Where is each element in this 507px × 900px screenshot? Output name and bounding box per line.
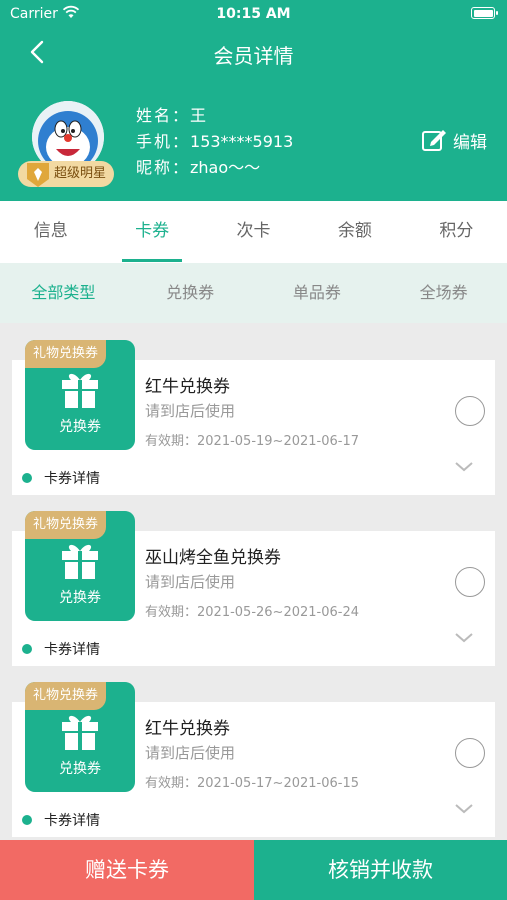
coupon-card[interactable]: 礼物兑换券 兑换券 巫山烤全鱼兑换券 请到店后使用 有效期：2021-05-26… [12, 511, 495, 666]
coupon-thumbnail: 礼物兑换券 兑换券 [25, 682, 135, 792]
coupon-select-radio[interactable] [455, 738, 485, 768]
redeem-and-collect-button[interactable]: 核销并收款 [254, 840, 507, 900]
coupon-subtitle: 请到店后使用 [145, 573, 236, 591]
coupon-subtitle: 请到店后使用 [145, 402, 236, 420]
tab-info[interactable]: 信息 [0, 201, 101, 263]
filter-all-types[interactable]: 全部类型 [0, 263, 127, 323]
gift-icon [62, 544, 98, 579]
coupon-title: 巫山烤全鱼兑换券 [145, 548, 281, 568]
edit-button[interactable]: 编辑 [421, 127, 487, 153]
gift-icon [62, 373, 98, 408]
status-bar: Carrier 10:15 AM [0, 0, 507, 28]
member-info: 姓名：王 手机：153****5913 昵称：zhao～～ [136, 103, 293, 181]
filter-exchange[interactable]: 兑换券 [127, 263, 254, 323]
status-time: 10:15 AM [216, 6, 291, 22]
coupon-card[interactable]: 礼物兑换券 兑换券 红牛兑换券 请到店后使用 有效期：2021-05-17~20… [12, 682, 495, 837]
edit-label: 编辑 [453, 132, 487, 153]
coupon-validity: 有效期：2021-05-17~2021-06-15 [145, 776, 359, 791]
gift-icon [62, 715, 98, 750]
status-dot [22, 815, 32, 825]
status-dot [22, 473, 32, 483]
coupon-tag: 礼物兑换券 [25, 511, 107, 539]
phone-value: 153****5913 [190, 132, 294, 151]
coupon-tag: 礼物兑换券 [25, 682, 107, 710]
battery-icon [471, 7, 498, 19]
filter-store-wide[interactable]: 全场券 [380, 263, 507, 323]
edit-icon [422, 130, 446, 151]
coupon-detail-label: 卡券详情 [44, 813, 100, 829]
nickname-value: zhao～～ [190, 158, 261, 177]
coupon-thumbnail: 礼物兑换券 兑换券 [25, 340, 135, 450]
name-row: 姓名：王 [136, 103, 293, 129]
status-dot [22, 644, 32, 654]
badge-label: 超级明星 [54, 166, 107, 181]
coupon-select-radio[interactable] [455, 396, 485, 426]
bottom-action-bar: 赠送卡券 核销并收款 [0, 840, 507, 900]
coupon-validity: 有效期：2021-05-26~2021-06-24 [145, 605, 359, 620]
coupon-validity: 有效期：2021-05-19~2021-06-17 [145, 434, 359, 449]
name-value: 王 [190, 106, 207, 125]
coupon-detail-label: 卡券详情 [44, 471, 100, 487]
tab-coupons[interactable]: 卡券 [101, 201, 202, 263]
filter-single-item[interactable]: 单品券 [254, 263, 381, 323]
nickname-row: 昵称：zhao～～ [136, 155, 293, 181]
main-tabs: 信息 卡券 次卡 余额 积分 [0, 201, 507, 263]
tab-count-card[interactable]: 次卡 [203, 201, 304, 263]
coupon-select-radio[interactable] [455, 567, 485, 597]
coupon-title: 红牛兑换券 [145, 719, 230, 739]
star-badge-icon [27, 163, 49, 187]
chevron-down-icon[interactable] [453, 631, 475, 645]
name-label: 姓名： [136, 106, 191, 125]
chevron-down-icon[interactable] [453, 460, 475, 474]
coupon-thumbnail: 礼物兑换券 兑换券 [25, 511, 135, 621]
page-title: 会员详情 [213, 44, 294, 68]
coupon-thumb-label: 兑换券 [59, 761, 101, 777]
coupon-type-filter: 全部类型 兑换券 单品券 全场券 [0, 263, 507, 323]
member-badge: 超级明星 [18, 161, 115, 187]
coupon-card[interactable]: 礼物兑换券 兑换券 红牛兑换券 请到店后使用 有效期：2021-05-19~20… [12, 340, 495, 495]
coupon-thumb-label: 兑换券 [59, 419, 101, 435]
coupon-detail-link[interactable]: 卡券详情 [22, 810, 100, 830]
coupon-subtitle: 请到店后使用 [145, 744, 236, 762]
coupon-thumb-label: 兑换券 [59, 590, 101, 606]
nickname-label: 昵称： [136, 158, 191, 177]
coupon-detail-link[interactable]: 卡券详情 [22, 639, 100, 659]
phone-row: 手机：153****5913 [136, 129, 293, 155]
coupon-title: 红牛兑换券 [145, 377, 230, 397]
header: Carrier 10:15 AM 会员详情 超级明星 姓名：王 手机：153**… [0, 0, 507, 201]
tab-balance[interactable]: 余额 [304, 201, 405, 263]
coupon-tag: 礼物兑换券 [25, 340, 107, 368]
profile-section: 超级明星 姓名：王 手机：153****5913 昵称：zhao～～ 编辑 [0, 95, 507, 195]
gift-coupon-button[interactable]: 赠送卡券 [0, 840, 254, 900]
tab-points[interactable]: 积分 [406, 201, 507, 263]
phone-label: 手机： [136, 132, 191, 151]
coupon-detail-label: 卡券详情 [44, 642, 100, 658]
coupon-detail-link[interactable]: 卡券详情 [22, 468, 100, 488]
chevron-down-icon[interactable] [453, 802, 475, 816]
coupon-list: 礼物兑换券 兑换券 红牛兑换券 请到店后使用 有效期：2021-05-19~20… [0, 323, 507, 840]
nav-bar: 会员详情 [0, 28, 507, 76]
